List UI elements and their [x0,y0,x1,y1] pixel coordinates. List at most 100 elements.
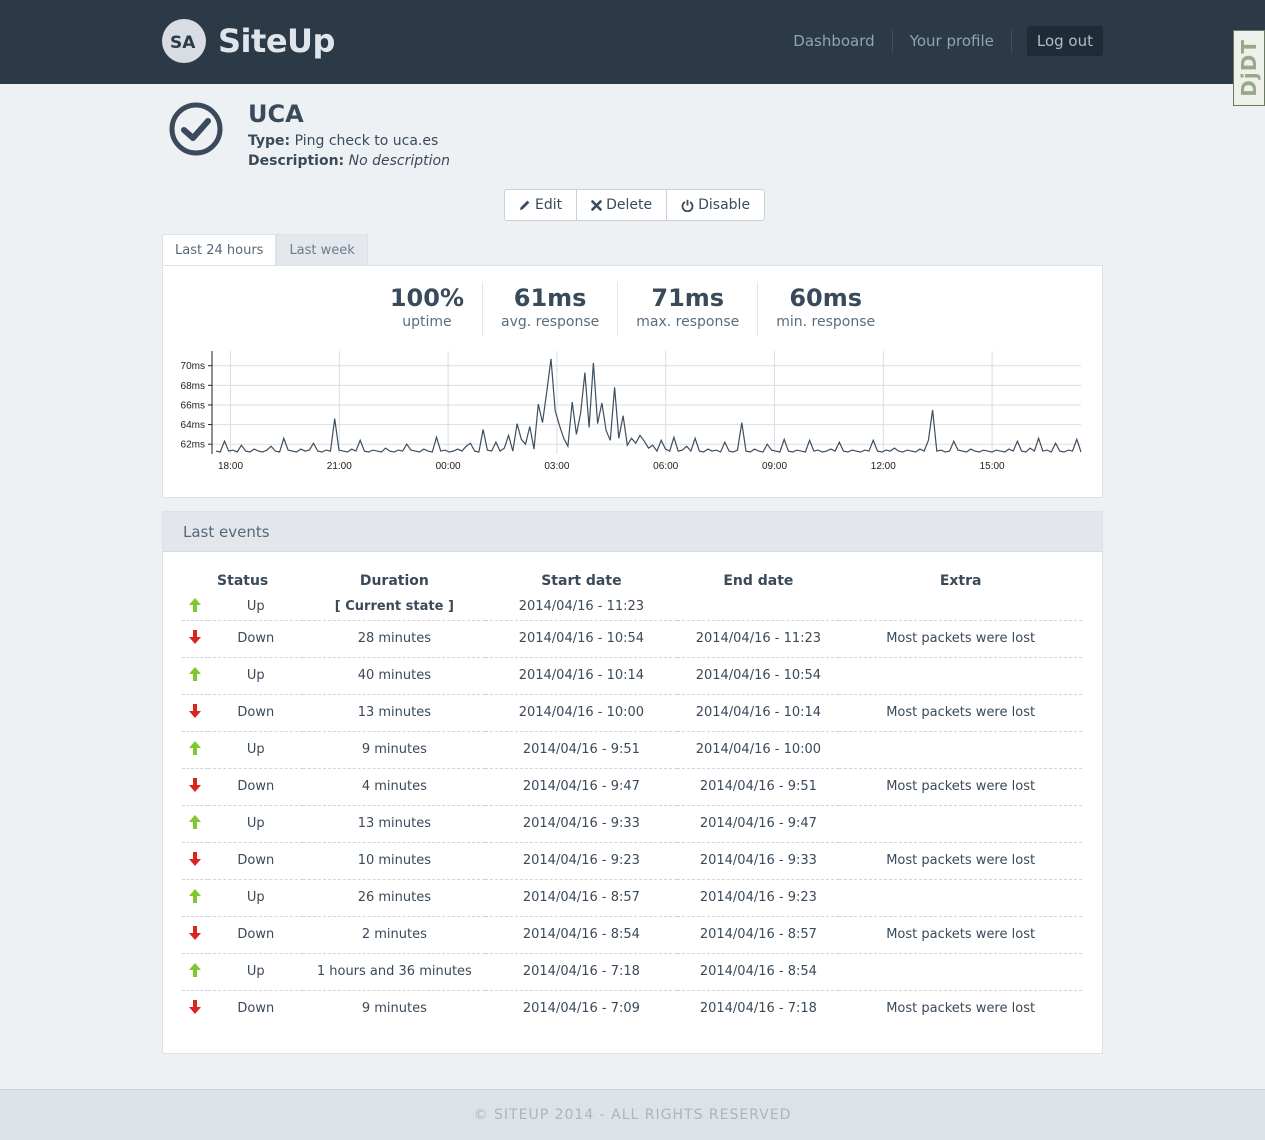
check-type: Type: Ping check to uca.es [248,133,438,149]
event-status: Down [208,841,304,879]
edit-label: Edit [535,197,563,213]
stat-max-response: 71ms max. response [618,282,759,336]
event-extra: Most packets were lost [839,693,1082,731]
event-extra: Most packets were lost [839,989,1082,1027]
event-row: Down 28 minutes 2014/04/16 - 10:54 2014/04/… [182,619,1082,657]
x-tick-label: 12:00 [871,461,896,472]
navbar: SA SiteUp Dashboard Your profile Log out [0,0,1265,84]
event-status: Up [208,656,304,694]
event-end-date: 2014/04/16 - 10:00 [677,730,840,768]
event-extra [839,952,1082,990]
event-row: Down 2 minutes 2014/04/16 - 8:54 2014/04/16… [182,915,1082,953]
debug-toolbar-label: DjDT [1237,39,1261,97]
event-end-date: 2014/04/16 - 10:54 [677,656,840,694]
arrow-up-icon [182,878,209,916]
event-status: Down [208,989,304,1027]
check-circle-icon [168,101,224,161]
event-start-date: 2014/04/16 - 8:57 [485,878,678,916]
event-status: Up [208,804,304,842]
edit-button[interactable]: Edit [505,190,578,220]
delete-button[interactable]: Delete [577,190,668,220]
disable-button[interactable]: Disable [667,190,764,220]
nav-dashboard-link[interactable]: Dashboard [776,26,891,56]
arrow-up-icon [182,730,209,768]
event-start-date: 2014/04/16 - 9:23 [485,841,678,879]
x-tick-label: 06:00 [653,461,678,472]
event-extra [839,656,1082,694]
event-extra [839,730,1082,768]
event-row: Down 10 minutes 2014/04/16 - 9:23 2014/04/1… [182,841,1082,879]
tab-last-week[interactable]: Last week [276,234,368,266]
logout-button[interactable]: Log out [1026,26,1103,56]
check-title: UCA [248,100,304,128]
stat-value: 61ms [513,284,587,312]
stat-label: max. response [636,314,740,330]
svg-text:SA: SA [170,33,196,53]
event-row: Up 40 minutes 2014/04/16 - 10:14 2014/04/16… [182,656,1082,694]
event-row: Down 4 minutes 2014/04/16 - 9:47 2014/04/16… [182,767,1082,805]
event-duration: 13 minutes [303,693,486,731]
event-duration: 40 minutes [303,656,486,694]
y-tick-label: 70ms [181,361,205,372]
event-extra: Most packets were lost [839,841,1082,879]
event-end-date: 2014/04/16 - 10:14 [677,693,840,731]
col-end-date: End date [723,573,794,589]
power-icon [681,199,694,212]
event-duration: 28 minutes [303,619,486,657]
brand-name: SiteUp [218,22,335,60]
event-end-date: 2014/04/16 - 8:57 [677,915,840,953]
event-start-date: 2014/04/16 - 9:33 [485,804,678,842]
arrow-up-icon [182,594,208,620]
nav-divider [1010,30,1012,52]
siteup-logo-icon: SA [162,19,206,63]
response-time-chart: 62ms 64ms 66ms 68ms 70ms 18:00 21:00 00:00 03:00… [181,351,1082,472]
event-start-date: 2014/04/16 - 10:00 [485,693,678,731]
event-row: Down 13 minutes 2014/04/16 - 10:00 2014/04/… [182,693,1082,731]
check-actions: Edit Delete Disable [504,189,766,221]
stat-value: 71ms [651,284,725,312]
event-start-date: 2014/04/16 - 8:54 [485,915,678,953]
pencil-icon [520,200,530,210]
check-description: Description: No description [248,153,450,169]
arrow-down-icon [182,767,209,805]
x-tick-label: 09:00 [762,461,787,472]
debug-toolbar-handle[interactable]: DjDT [1233,30,1265,106]
event-extra [839,804,1082,842]
event-row: Up 26 minutes 2014/04/16 - 8:57 2014/04/16 … [182,878,1082,916]
event-row: Up 13 minutes 2014/04/16 - 9:33 2014/04/16 … [182,804,1082,842]
disable-label: Disable [698,197,751,213]
arrow-up-icon [182,656,209,694]
event-start-date: 2014/04/16 - 10:14 [485,656,678,694]
arrow-up-icon [182,804,209,842]
event-extra [839,878,1082,916]
event-duration: 2 minutes [303,915,486,953]
event-duration: 13 minutes [303,804,486,842]
event-status: Down [208,693,304,731]
stat-label: uptime [402,314,452,330]
stat-min-response: 60ms min. response [758,282,893,336]
x-tick-label: 00:00 [436,461,461,472]
tab-last-24-hours[interactable]: Last 24 hours [162,234,277,267]
col-extra: Extra [939,573,982,589]
brand[interactable]: SA SiteUp [162,18,335,64]
last-events-panel: Last events Status Duration Start date E… [162,511,1103,1054]
event-start-date: 2014/04/16 - 9:47 [485,767,678,805]
stats-summary: 100% uptime 61ms avg. response 71ms max.… [163,282,1102,336]
main-nav: Dashboard Your profile Log out [776,26,1103,56]
event-start-date: 2014/04/16 - 7:18 [485,952,678,990]
x-tick-label: 03:00 [544,461,569,472]
col-status: Status [217,573,269,589]
event-end-date: 2014/04/16 - 9:51 [677,767,840,805]
event-status: Up [208,878,304,916]
col-duration: Duration [359,573,429,589]
event-extra [839,594,1082,620]
nav-profile-link[interactable]: Your profile [893,26,1011,56]
event-start-date: 2014/04/16 - 10:54 [485,619,678,657]
arrow-down-icon [182,989,209,1027]
stat-avg-response: 61ms avg. response [483,282,619,336]
stat-uptime: 100% uptime [372,282,483,336]
event-duration: 1 hours and 36 minutes [303,952,486,990]
event-status: Up [246,599,265,615]
y-tick-label: 68ms [181,381,205,392]
event-duration: 26 minutes [303,878,486,916]
